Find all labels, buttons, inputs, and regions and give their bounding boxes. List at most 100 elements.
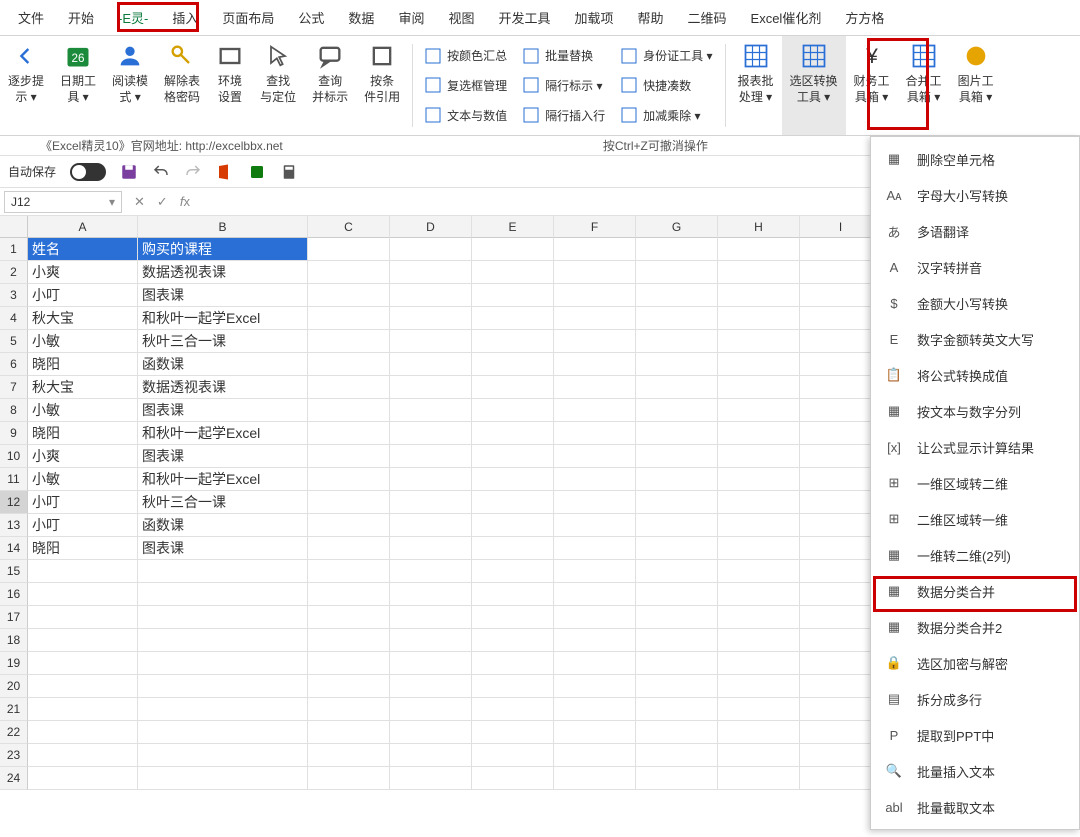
cell[interactable]: 和秋叶一起学Excel [138,422,308,445]
split-rows[interactable]: ▤拆分成多行 [871,681,1079,717]
cell[interactable] [390,560,472,583]
cell[interactable] [308,537,390,560]
cell[interactable] [28,675,138,698]
read-mode[interactable]: 阅读模式 ▾ [104,36,156,135]
cell[interactable] [554,353,636,376]
cell[interactable] [636,629,718,652]
cell[interactable] [554,514,636,537]
cell[interactable] [28,698,138,721]
batch-replace[interactable]: 批量替换 [523,43,605,69]
row-mark[interactable]: 隔行标示 ▾ [523,72,605,98]
pinyin[interactable]: A汉字转拼音 [871,249,1079,285]
cell[interactable]: 小敏 [28,399,138,422]
row-header[interactable]: 23 [0,744,28,767]
add-mul[interactable]: 加减乘除 ▾ [621,102,712,128]
menu-数据[interactable]: 数据 [336,2,386,33]
row-header[interactable]: 7 [0,376,28,399]
cell[interactable] [390,261,472,284]
cell[interactable]: 晓阳 [28,422,138,445]
cell[interactable] [390,399,472,422]
cell[interactable]: 小敏 [28,330,138,353]
cell[interactable] [636,491,718,514]
cell[interactable] [308,491,390,514]
cell[interactable] [138,652,308,675]
cell[interactable] [636,744,718,767]
cell[interactable]: 和秋叶一起学Excel [138,307,308,330]
cell[interactable] [554,284,636,307]
row-header[interactable]: 12 [0,491,28,514]
cell[interactable] [554,238,636,261]
cell[interactable] [138,560,308,583]
cell[interactable] [472,330,554,353]
menu-方方格[interactable]: 方方格 [833,2,896,33]
cell[interactable] [718,353,800,376]
cell[interactable] [554,560,636,583]
cell[interactable] [554,468,636,491]
cell[interactable] [718,491,800,514]
group-merge[interactable]: ▦数据分类合并 [871,573,1079,609]
col-header[interactable]: H [718,216,800,238]
cell[interactable]: 秋大宝 [28,376,138,399]
office-icon[interactable] [216,163,234,181]
cell[interactable] [718,606,800,629]
menu-开发工具[interactable]: 开发工具 [486,2,562,33]
row-header[interactable]: 17 [0,606,28,629]
menu-二维码[interactable]: 二维码 [676,2,739,33]
cell[interactable] [718,698,800,721]
cell[interactable] [472,422,554,445]
cell[interactable] [472,353,554,376]
cell[interactable] [28,583,138,606]
cell[interactable] [472,491,554,514]
cell[interactable] [472,238,554,261]
cell[interactable]: 晓阳 [28,537,138,560]
sel-convert[interactable]: 选区转换工具 ▾ [782,36,846,135]
cell[interactable] [636,537,718,560]
cell[interactable] [472,698,554,721]
del-empty[interactable]: ▦删除空单元格 [871,141,1079,177]
cell[interactable] [472,721,554,744]
cell[interactable] [472,606,554,629]
quick-round[interactable]: 快捷凑数 [621,72,712,98]
cell[interactable] [718,261,800,284]
cell[interactable] [636,399,718,422]
row-header[interactable]: 15 [0,560,28,583]
cell[interactable]: 和秋叶一起学Excel [138,468,308,491]
cancel-icon[interactable]: ✕ [134,194,145,210]
split-text-num[interactable]: ▦按文本与数字分列 [871,393,1079,429]
cell[interactable] [636,307,718,330]
case-convert[interactable]: Aᴀ字母大小写转换 [871,177,1079,213]
cell[interactable] [718,422,800,445]
row-header[interactable]: 2 [0,261,28,284]
id-tool[interactable]: 身份证工具 ▾ [621,43,712,69]
cell[interactable] [636,606,718,629]
cell[interactable] [472,445,554,468]
cell[interactable] [308,468,390,491]
fx-icon[interactable]: fx [180,194,190,209]
cell[interactable] [390,376,472,399]
cell[interactable] [718,721,800,744]
cell[interactable] [138,767,308,790]
unlock-pw[interactable]: 解除表格密码 [156,36,208,135]
cell[interactable]: 购买的课程 [138,238,308,261]
num-eng[interactable]: E数字金额转英文大写 [871,321,1079,357]
cell[interactable]: 小叮 [28,514,138,537]
cell[interactable] [472,468,554,491]
cell[interactable] [472,376,554,399]
cell[interactable] [390,468,472,491]
save-icon[interactable] [120,163,138,181]
cell[interactable]: 函数课 [138,353,308,376]
cell[interactable] [390,652,472,675]
cell[interactable] [472,583,554,606]
row-insert[interactable]: 隔行插入行 [523,102,605,128]
undo-icon[interactable] [152,163,170,181]
checkbox-mgmt[interactable]: 复选框管理 [425,72,507,98]
cell[interactable]: 图表课 [138,537,308,560]
cell[interactable] [636,652,718,675]
cell[interactable] [554,376,636,399]
menu-文件[interactable]: 文件 [6,2,56,33]
batch-insert[interactable]: 🔍批量插入文本 [871,753,1079,789]
text-value[interactable]: 文本与数值 [425,102,507,128]
menu-帮助[interactable]: 帮助 [626,2,676,33]
cell[interactable]: 秋叶三合一课 [138,491,308,514]
cell[interactable] [718,514,800,537]
